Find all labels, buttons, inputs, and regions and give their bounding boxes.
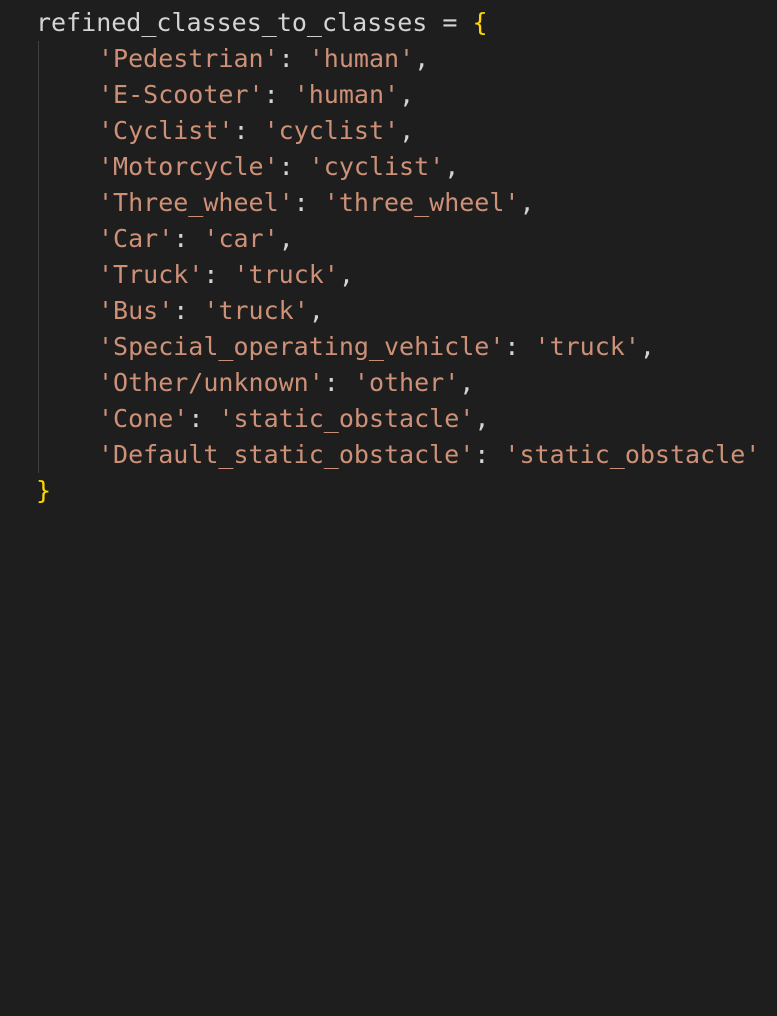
dict-entry: 'Special_operating_vehicle': 'truck',	[36, 329, 655, 365]
colon: :	[188, 404, 204, 433]
dict-entry: 'Pedestrian': 'human',	[36, 41, 429, 77]
dict-key: 'Other/unknown'	[98, 368, 324, 397]
colon: :	[263, 80, 279, 109]
dict-value: 'truck'	[233, 260, 339, 289]
comma: ,	[414, 44, 430, 73]
colon: :	[173, 296, 189, 325]
colon: :	[278, 152, 294, 181]
dict-key: 'Truck'	[98, 260, 204, 289]
dict-key: 'E-Scooter'	[98, 80, 264, 109]
comma: ,	[399, 80, 415, 109]
dict-key: 'Car'	[98, 224, 174, 253]
comma: ,	[444, 152, 460, 181]
comma: ,	[338, 260, 354, 289]
colon: :	[504, 332, 520, 361]
comma: ,	[399, 116, 415, 145]
dict-key: 'Bus'	[98, 296, 174, 325]
dict-value: 'cyclist'	[308, 152, 445, 181]
comma: ,	[278, 224, 294, 253]
dict-entry: 'Bus': 'truck',	[36, 293, 324, 329]
dict-entry: 'Cone': 'static_obstacle',	[36, 401, 489, 437]
dict-entry: 'Three_wheel': 'three_wheel',	[36, 185, 535, 221]
colon: :	[233, 116, 249, 145]
dict-entry: 'Motorcycle': 'cyclist',	[36, 149, 459, 185]
comma: ,	[519, 188, 535, 217]
dict-key: 'Pedestrian'	[98, 44, 279, 73]
code-editor[interactable]: refined_classes_to_classes = { 'Pedestri…	[0, 0, 777, 508]
dict-value: 'truck'	[534, 332, 640, 361]
dict-entry: 'Car': 'car',	[36, 221, 294, 257]
dict-value: 'three_wheel'	[323, 188, 520, 217]
dict-value: 'cyclist'	[263, 116, 400, 145]
comma: ,	[459, 368, 475, 397]
dict-value: 'human'	[293, 80, 400, 109]
dict-key: 'Three_wheel'	[98, 188, 294, 217]
dict-key: 'Cyclist'	[98, 116, 234, 145]
colon: :	[474, 440, 490, 469]
dict-key: 'Default_static_obstacle'	[98, 440, 475, 469]
open-brace: {	[472, 8, 488, 37]
dict-key: 'Special_operating_vehicle'	[98, 332, 505, 361]
dict-value: 'human'	[308, 44, 415, 73]
colon: :	[278, 44, 294, 73]
dict-entry: 'E-Scooter': 'human',	[36, 77, 414, 113]
dict-value: 'static_obstacle'	[504, 440, 761, 469]
dict-entry: 'Cyclist': 'cyclist',	[36, 113, 414, 149]
comma: ,	[639, 332, 655, 361]
assign-operator: =	[442, 8, 458, 37]
dict-key: 'Cone'	[98, 404, 189, 433]
dict-entry: 'Truck': 'truck',	[36, 257, 354, 293]
variable-name: refined_classes_to_classes	[36, 8, 428, 37]
code-line-close: }	[36, 473, 51, 509]
dict-key: 'Motorcycle'	[98, 152, 279, 181]
dict-value: 'other'	[353, 368, 460, 397]
dict-value: 'car'	[203, 224, 279, 253]
comma: ,	[474, 404, 490, 433]
code-line-assignment: refined_classes_to_classes = {	[36, 5, 488, 41]
dict-entry: 'Other/unknown': 'other',	[36, 365, 474, 401]
dict-value: 'truck'	[203, 296, 309, 325]
dict-value: 'static_obstacle'	[218, 404, 475, 433]
colon: :	[323, 368, 339, 397]
close-brace: }	[36, 476, 52, 505]
dict-entry: 'Default_static_obstacle': 'static_obsta…	[36, 437, 760, 473]
colon: :	[203, 260, 219, 289]
colon: :	[173, 224, 189, 253]
comma: ,	[308, 296, 324, 325]
colon: :	[293, 188, 309, 217]
